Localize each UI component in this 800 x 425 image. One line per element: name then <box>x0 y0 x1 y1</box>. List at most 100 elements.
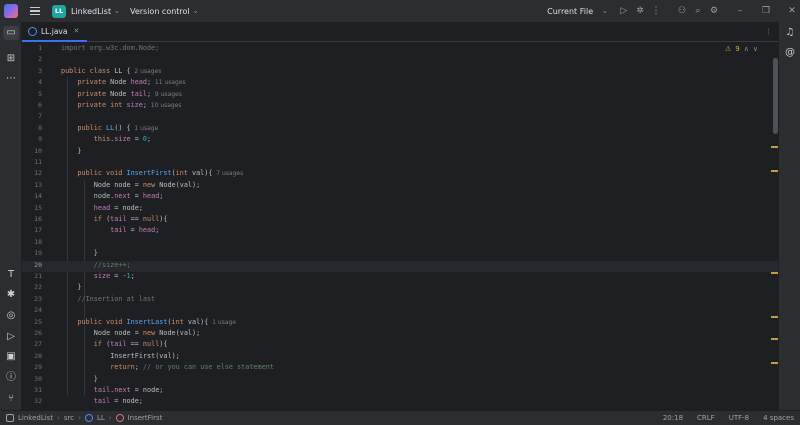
code-line[interactable]: public void InsertFirst(int val){ 7 usag… <box>77 168 243 179</box>
chevron-up-icon[interactable]: ∧ <box>744 45 749 53</box>
line-number[interactable]: 5 <box>22 89 42 100</box>
code-line[interactable]: Node node = new Node(val); <box>94 328 200 339</box>
chevron-down-icon[interactable]: ∨ <box>753 45 758 53</box>
line-number[interactable]: 18 <box>22 237 42 248</box>
line-number[interactable]: 16 <box>22 214 42 225</box>
main-menu-icon[interactable] <box>30 7 40 15</box>
usage-hint[interactable]: 1 usage <box>131 125 158 132</box>
line-number[interactable]: 25 <box>22 317 42 328</box>
usage-hint[interactable]: 2 usages <box>131 68 161 75</box>
line-number[interactable]: 10 <box>22 146 42 157</box>
terminal-icon[interactable]: ▣ <box>3 350 19 364</box>
warning-marker[interactable] <box>771 272 778 274</box>
code-line[interactable]: public class LL { 2 usages <box>61 66 161 77</box>
line-number[interactable]: 27 <box>22 339 42 350</box>
run-icon[interactable]: ▷ <box>616 6 632 16</box>
line-number[interactable]: 32 <box>22 396 42 407</box>
code-line[interactable]: node.next = head; <box>94 191 164 202</box>
line-number[interactable]: 2 <box>22 54 42 65</box>
line-number[interactable]: 1 <box>22 43 42 54</box>
restore-icon[interactable]: ❐ <box>758 6 774 16</box>
line-number[interactable]: 17 <box>22 225 42 236</box>
line-number[interactable]: 13 <box>22 180 42 191</box>
ide-logo-icon[interactable] <box>4 4 18 18</box>
more-icon[interactable]: ⋮ <box>648 6 664 16</box>
line-number[interactable]: 12 <box>22 168 42 179</box>
vcs-widget[interactable]: Version control <box>130 7 190 16</box>
chevron-down-icon[interactable]: ⌄ <box>602 7 608 15</box>
warning-marker[interactable] <box>771 316 778 318</box>
notifications-bell-icon[interactable]: ♫ <box>782 26 798 40</box>
code-line[interactable]: import org.w3c.dom.Node; <box>61 43 159 54</box>
breadcrumb-item[interactable]: InsertFirst <box>128 414 163 422</box>
line-number[interactable]: 9 <box>22 134 42 145</box>
line-number-gutter[interactable]: 1 2 3 4 5 6 7 8 9 10 11 12 13 14 15 16 17 18 19 20 21 22 23 24 2… <box>22 42 48 410</box>
line-number[interactable]: 26 <box>22 328 42 339</box>
code-line[interactable]: private int size; 10 usages <box>77 100 181 111</box>
code-line[interactable]: } <box>77 282 81 293</box>
line-number[interactable]: 23 <box>22 294 42 305</box>
add-user-icon[interactable]: ⚇ <box>674 6 690 16</box>
code-line[interactable]: this.size = 0; <box>94 134 151 145</box>
warning-marker[interactable] <box>771 362 778 364</box>
indent-setting[interactable]: 4 spaces <box>763 414 794 422</box>
line-number[interactable]: 6 <box>22 100 42 111</box>
code-line[interactable]: private Node tail; 9 usages <box>77 89 181 100</box>
code-line[interactable]: return; // or you can use else statement <box>110 362 274 373</box>
chevron-down-icon[interactable]: ⌄ <box>114 7 120 15</box>
code-line[interactable]: public LL() { 1 usage <box>77 123 158 134</box>
problems-icon[interactable]: ⓘ <box>3 371 19 385</box>
usage-hint[interactable]: 1 usage <box>208 319 236 326</box>
debug-icon[interactable]: ✲ <box>632 6 648 16</box>
git-branch-icon[interactable]: ⑂ <box>3 392 19 406</box>
ai-assistant-icon[interactable]: @ <box>782 46 798 60</box>
gear-icon[interactable]: ⚙ <box>706 6 722 16</box>
line-number[interactable]: 31 <box>22 385 42 396</box>
close-tab-icon[interactable]: ✕ <box>73 27 79 35</box>
line-number[interactable]: 8 <box>22 123 42 134</box>
code-line[interactable]: if (tail == null){ <box>94 339 168 350</box>
code-line[interactable]: } <box>94 374 98 385</box>
breadcrumb-item[interactable]: LL <box>97 414 105 422</box>
code-line[interactable]: } <box>77 146 81 157</box>
vertical-scrollbar[interactable] <box>773 58 778 134</box>
line-number[interactable]: 3 <box>22 66 42 77</box>
project-folder-icon[interactable]: ▭ <box>3 26 19 40</box>
search-icon[interactable]: ⌕ <box>690 6 706 16</box>
warning-marker[interactable] <box>771 170 778 172</box>
line-number[interactable]: 14 <box>22 191 42 202</box>
line-number[interactable]: 19 <box>22 248 42 259</box>
code-line[interactable]: tail = head; <box>110 225 159 236</box>
line-number[interactable]: 22 <box>22 282 42 293</box>
bug-icon[interactable]: ✱ <box>3 288 19 302</box>
usage-hint[interactable]: 9 usages <box>151 91 182 98</box>
file-encoding[interactable]: UTF-8 <box>729 414 749 422</box>
code-line[interactable]: size = -1; <box>94 271 135 282</box>
code-line[interactable]: } <box>94 248 98 259</box>
close-icon[interactable]: ✕ <box>784 6 800 16</box>
line-number[interactable]: 20 <box>22 260 42 271</box>
breadcrumb-item[interactable]: src <box>64 414 74 422</box>
code-line[interactable]: private Node head; 11 usages <box>77 77 185 88</box>
project-name[interactable]: LinkedList <box>71 7 111 16</box>
run-tool-icon[interactable]: ▷ <box>3 330 19 344</box>
structure-icon[interactable]: ⊞ <box>3 52 19 66</box>
project-badge[interactable]: LL <box>52 4 66 18</box>
line-number[interactable]: 28 <box>22 351 42 362</box>
line-number[interactable]: 7 <box>22 111 42 122</box>
breadcrumb-item[interactable]: LinkedList <box>18 414 53 422</box>
usage-hint[interactable]: 10 usages <box>147 102 182 109</box>
caret-position[interactable]: 20:18 <box>663 414 683 422</box>
tab-options-icon[interactable]: ⋮ <box>765 28 772 36</box>
more-tools-icon[interactable]: ⋯ <box>3 72 19 86</box>
code-line[interactable]: head = node; <box>94 203 143 214</box>
usage-hint[interactable]: 7 usages <box>212 170 243 177</box>
code-editor[interactable]: 1 2 3 4 5 6 7 8 9 10 11 12 13 14 15 16 17 18 19 20 21 22 23 24 2… <box>22 42 778 410</box>
code-line[interactable]: if (tail == null){ <box>94 214 168 225</box>
run-configuration-selector[interactable]: Current File <box>547 7 593 16</box>
line-number[interactable]: 21 <box>22 271 42 282</box>
warning-marker[interactable] <box>771 338 778 340</box>
line-number[interactable]: 15 <box>22 203 42 214</box>
code-line[interactable]: Node node = new Node(val); <box>94 180 200 191</box>
line-number[interactable]: 24 <box>22 305 42 316</box>
